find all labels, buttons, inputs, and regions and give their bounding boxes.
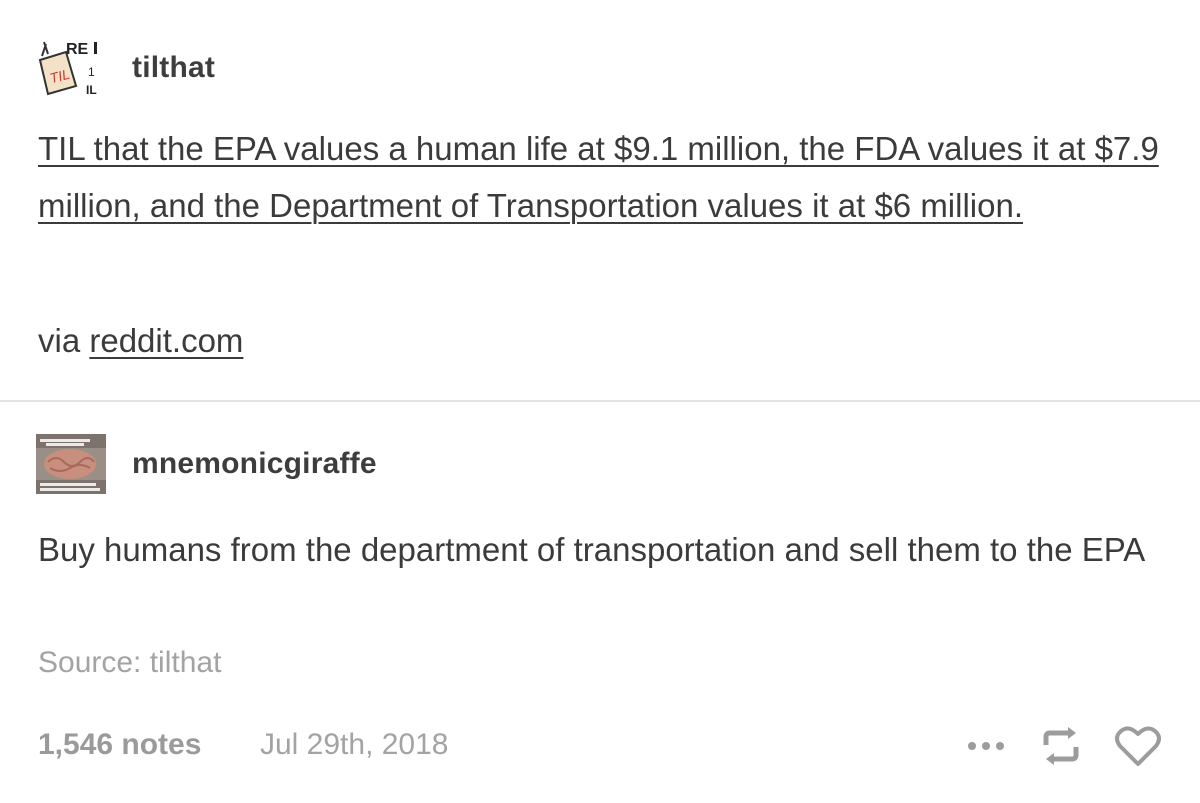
post-header: TIL RE 1 IL tilthat <box>36 38 215 98</box>
via-link[interactable]: reddit.com <box>89 322 243 359</box>
notes-count[interactable]: 1,546 notes <box>38 728 201 762</box>
til-reddit-avatar-icon[interactable]: TIL RE 1 IL <box>36 38 106 98</box>
reblog-post: mnemonicgiraffe Buy humans from the depa… <box>0 402 1200 803</box>
via-label: via <box>38 322 81 359</box>
original-post: TIL RE 1 IL tilthat TIL that the EPA val… <box>0 0 1200 401</box>
svg-text:RE: RE <box>66 41 89 58</box>
blog-name[interactable]: mnemonicgiraffe <box>132 447 377 481</box>
post-header: mnemonicgiraffe <box>36 434 377 494</box>
source-link[interactable]: Source: tilthat <box>38 646 221 680</box>
post-footer: 1,546 notes Jul 29th, 2018 <box>38 726 1162 772</box>
post-title-link[interactable]: TIL that the EPA values a human life at … <box>38 130 1159 224</box>
more-icon[interactable] <box>964 736 1008 756</box>
brain-meme-avatar-icon[interactable] <box>36 434 106 494</box>
post-actions <box>934 724 1162 768</box>
blog-name[interactable]: tilthat <box>132 51 215 85</box>
svg-text:IL: IL <box>86 83 97 97</box>
post-title: TIL that the EPA values a human life at … <box>38 120 1178 234</box>
svg-text:1: 1 <box>88 65 95 79</box>
via-line: via reddit.com <box>38 312 243 369</box>
post-date[interactable]: Jul 29th, 2018 <box>260 728 448 762</box>
reblog-icon[interactable] <box>1038 725 1084 767</box>
reply-text: Buy humans from the department of transp… <box>38 531 1146 568</box>
heart-icon[interactable] <box>1114 724 1162 768</box>
